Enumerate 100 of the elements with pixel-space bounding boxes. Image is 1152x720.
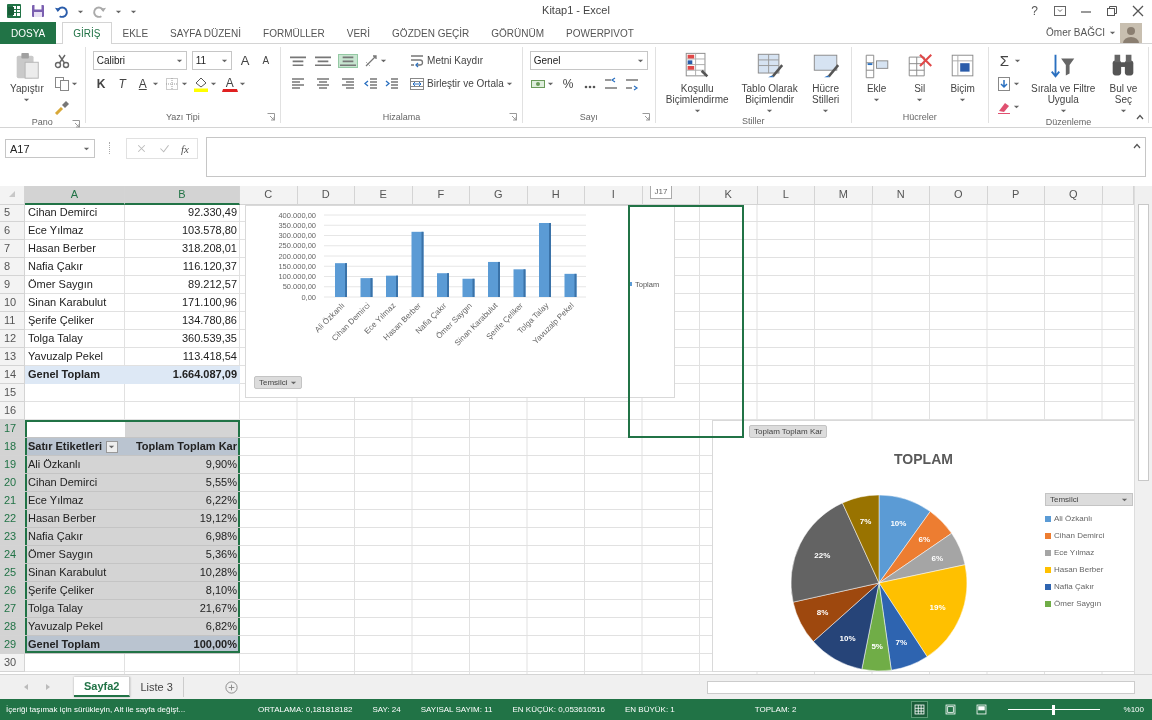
ribbon-button[interactable]: Bul ve Seç xyxy=(1105,49,1142,116)
user-name[interactable]: Ömer BAĞCI xyxy=(1046,27,1105,38)
caret-down-icon[interactable] xyxy=(151,80,159,87)
ribbon-button[interactable]: Koşullu Biçimlendirme xyxy=(662,49,732,116)
ribbon-button[interactable]: Yapıştır xyxy=(7,49,47,105)
sheet-tab[interactable]: Liste 3 xyxy=(130,677,184,697)
ribbon-button[interactable]: Hücre Stilleri xyxy=(807,49,844,116)
caret-down-icon[interactable] xyxy=(916,96,924,103)
bold-button[interactable]: K xyxy=(92,75,110,92)
filter-button[interactable] xyxy=(106,440,118,453)
align-button[interactable] xyxy=(338,53,359,68)
vertical-scrollbar[interactable] xyxy=(1134,186,1152,674)
zoom-level[interactable]: %100 xyxy=(1123,705,1144,714)
ribbon-tab[interactable]: EKLE xyxy=(111,22,160,44)
column-header[interactable]: G xyxy=(470,186,528,205)
font-name-field[interactable]: Calibri xyxy=(92,51,187,70)
field-button[interactable]: Temsilci xyxy=(254,376,303,389)
column-header[interactable]: J17 xyxy=(642,186,700,205)
column-header[interactable]: E xyxy=(355,186,413,205)
caret-down-icon[interactable] xyxy=(959,96,967,103)
paint-bucket-icon[interactable] xyxy=(192,75,209,92)
ribbon-button[interactable]: Tablo Olarak Biçimlendir xyxy=(738,49,801,116)
view-button[interactable] xyxy=(910,701,928,718)
ribbon-tab[interactable]: GİRİŞ xyxy=(62,22,112,44)
copy-icon[interactable] xyxy=(53,75,70,92)
dialog-launcher-icon[interactable] xyxy=(267,113,276,121)
caret-down-icon[interactable] xyxy=(1012,80,1020,87)
caret-down-icon[interactable] xyxy=(1013,57,1021,64)
column-header[interactable]: O xyxy=(930,186,988,205)
legend-filter[interactable]: Temsilci xyxy=(1045,493,1133,506)
zoom-thumb[interactable] xyxy=(1052,704,1056,715)
underline-button[interactable]: A xyxy=(134,75,151,92)
caret-down-icon[interactable] xyxy=(505,80,513,87)
insert-function-button[interactable]: fx xyxy=(181,142,189,155)
indent-icon[interactable] xyxy=(384,75,401,92)
autosum-button[interactable]: Σ xyxy=(995,51,1013,70)
ribbon-tab[interactable]: VERİ xyxy=(335,22,382,44)
caret-down-icon[interactable] xyxy=(209,80,217,87)
caret-down-icon[interactable] xyxy=(1109,29,1116,36)
ribbon-button[interactable]: Ekle xyxy=(858,49,895,105)
caret-down-icon[interactable] xyxy=(1012,103,1020,110)
column-header[interactable]: C xyxy=(240,186,298,205)
ribbon-display-icon[interactable] xyxy=(1052,3,1068,19)
caret-down-icon[interactable] xyxy=(693,107,701,114)
spreadsheet-icon[interactable] xyxy=(6,3,22,19)
caret-down-icon[interactable] xyxy=(546,80,554,87)
sheet-tab[interactable]: Sayfa2 xyxy=(74,677,131,697)
horizontal-scrollbar[interactable] xyxy=(707,680,1135,694)
column-header[interactable]: A xyxy=(25,186,125,205)
ribbon-button[interactable]: Birleştir ve Ortala xyxy=(407,73,515,94)
caret-down-icon[interactable] xyxy=(23,96,31,103)
scissors-icon[interactable] xyxy=(53,52,70,69)
ribbon-tab[interactable]: GÖZDEN GEÇİR xyxy=(381,22,481,44)
caret-down-icon[interactable] xyxy=(822,107,830,114)
ribbon-button[interactable]: Sırala ve Filtre Uygula xyxy=(1027,49,1099,116)
grow-font-button[interactable]: A xyxy=(236,52,254,69)
caret-down-icon[interactable] xyxy=(380,57,388,64)
percent-button[interactable]: % xyxy=(558,75,578,92)
number-format-field[interactable]: Genel xyxy=(529,51,648,70)
caret-up-icon[interactable] xyxy=(1133,142,1141,150)
column-header[interactable]: F xyxy=(412,186,470,205)
avatar[interactable] xyxy=(1120,22,1142,43)
column-header[interactable]: N xyxy=(872,186,930,205)
caret-down-icon[interactable] xyxy=(1059,107,1067,114)
ribbon-button[interactable]: Metni Kaydır xyxy=(407,50,486,71)
column-header[interactable]: K xyxy=(700,186,758,205)
save-icon[interactable] xyxy=(30,3,46,19)
shrink-font-button[interactable]: A xyxy=(258,54,274,67)
restore-icon[interactable] xyxy=(1104,3,1120,19)
column-header[interactable]: M xyxy=(815,186,873,205)
field-button[interactable]: Toplam Toplam Kar xyxy=(749,425,828,438)
ribbon-tab[interactable]: FORMÜLLER xyxy=(252,22,336,44)
caret-down-icon[interactable] xyxy=(238,80,246,87)
column-header[interactable]: P xyxy=(987,186,1045,205)
italic-button[interactable]: T xyxy=(114,75,130,92)
outdent-icon[interactable] xyxy=(363,75,380,92)
font-color-button[interactable]: A xyxy=(221,75,238,92)
ribbon-button[interactable]: Sil xyxy=(901,49,938,105)
caret-down-icon[interactable] xyxy=(70,80,78,87)
column-header[interactable]: I xyxy=(585,186,643,205)
column-header[interactable]: B xyxy=(125,186,240,205)
caret-down-icon[interactable] xyxy=(180,80,188,87)
font-size-field[interactable]: 11 xyxy=(191,51,232,70)
column-header[interactable]: Q xyxy=(1045,186,1103,205)
caret-down-icon[interactable] xyxy=(873,96,881,103)
column-header[interactable]: L xyxy=(757,186,815,205)
paintbrush-icon[interactable] xyxy=(53,98,70,115)
ribbon-tab[interactable]: SAYFA DÜZENİ xyxy=(159,22,253,44)
ribbon-tab[interactable]: GÖRÜNÜM xyxy=(480,22,556,44)
text-angle-icon[interactable] xyxy=(363,52,380,69)
close-icon[interactable] xyxy=(1130,3,1146,19)
formula-input[interactable] xyxy=(205,137,1146,177)
caret-down-icon[interactable] xyxy=(766,107,774,114)
ribbon-button[interactable]: Biçim xyxy=(944,49,981,105)
help-button[interactable]: ? xyxy=(1027,4,1042,18)
dialog-launcher-icon[interactable] xyxy=(641,113,650,121)
add-icon[interactable] xyxy=(223,679,239,695)
file-tab[interactable]: DOSYA xyxy=(0,22,57,44)
dialog-launcher-icon[interactable] xyxy=(508,113,517,121)
ribbon-tab[interactable]: POWERPIVOT xyxy=(555,22,645,44)
